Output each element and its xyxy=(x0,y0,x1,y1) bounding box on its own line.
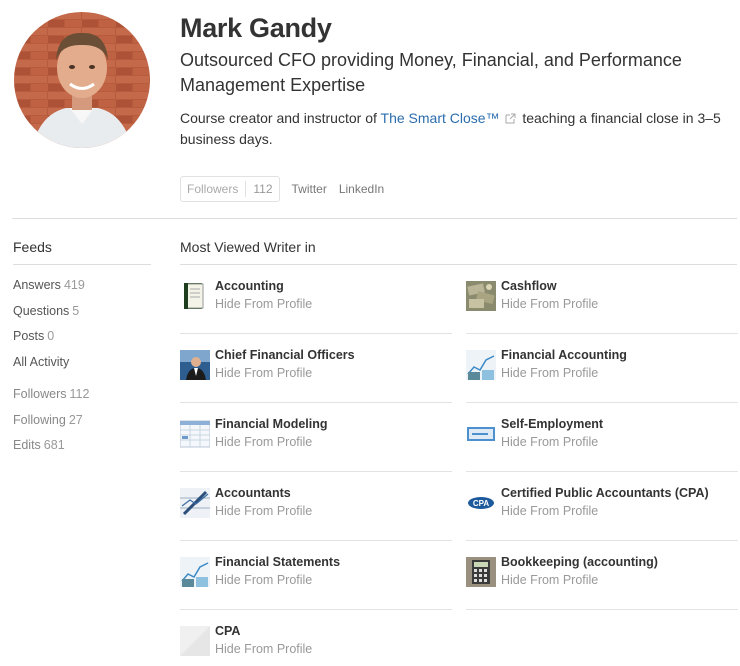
topic-name-link[interactable]: Financial Modeling xyxy=(215,417,328,431)
spreadsheet-icon[interactable] xyxy=(179,419,211,449)
sidebar-item-label: Followers xyxy=(13,387,67,401)
sidebar-item-answers[interactable]: Answers 419 xyxy=(13,273,151,299)
profile-bio: Course creator and instructor of The Sma… xyxy=(180,108,728,149)
topic-item: Accounting Hide From Profile xyxy=(180,265,452,334)
topic-item: Financial Accounting Hide From Profile xyxy=(466,334,738,403)
sidebar-item-count: 419 xyxy=(63,278,85,292)
chart-sketch-icon[interactable] xyxy=(466,350,496,380)
linkedin-link[interactable]: LinkedIn xyxy=(339,182,384,196)
topic-name-link[interactable]: Certified Public Accountants (CPA) xyxy=(501,486,709,500)
topic-name-link[interactable]: Accounting xyxy=(215,279,284,293)
followers-button-count: 112 xyxy=(253,182,273,196)
hide-from-profile-link[interactable]: Hide From Profile xyxy=(501,366,598,380)
svg-text:CPA: CPA xyxy=(473,499,490,508)
header-divider xyxy=(12,218,737,219)
topic-name-link[interactable]: Bookkeeping (accounting) xyxy=(501,555,658,569)
hide-from-profile-link[interactable]: Hide From Profile xyxy=(215,504,312,518)
business-card-icon[interactable] xyxy=(466,419,496,449)
sidebar-item-label: Edits xyxy=(13,438,41,452)
hide-from-profile-link[interactable]: Hide From Profile xyxy=(215,642,312,656)
sidebar-item-posts[interactable]: Posts 0 xyxy=(13,324,151,350)
hide-from-profile-link[interactable]: Hide From Profile xyxy=(501,504,598,518)
pen-chart-icon[interactable] xyxy=(180,488,210,518)
topic-name-link[interactable]: Self-Employment xyxy=(501,417,603,431)
feeds-divider xyxy=(13,264,151,265)
money-pile-icon[interactable] xyxy=(466,281,496,311)
topic-name-link[interactable]: Cashflow xyxy=(501,279,557,293)
sidebar-item-count: 681 xyxy=(43,438,65,452)
sidebar-item-label: Answers xyxy=(13,278,61,292)
placeholder-icon[interactable] xyxy=(180,626,210,656)
topic-name-link[interactable]: Financial Statements xyxy=(215,555,340,569)
hide-from-profile-link[interactable]: Hide From Profile xyxy=(215,435,312,449)
chart-sketch-icon[interactable] xyxy=(180,557,210,587)
hide-from-profile-link[interactable]: Hide From Profile xyxy=(215,573,312,587)
topic-item: Cashflow Hide From Profile xyxy=(466,265,738,334)
external-link-icon xyxy=(505,109,516,129)
topic-name-link[interactable]: Accountants xyxy=(215,486,291,500)
sidebar-item-label: Following xyxy=(13,412,66,427)
followers-button[interactable]: Followers 112 xyxy=(180,176,280,202)
bio-text-before: Course creator and instructor of xyxy=(180,110,381,126)
topic-name-link[interactable]: Chief Financial Officers xyxy=(215,348,355,362)
sidebar-item-label: Questions xyxy=(13,303,70,318)
most-viewed-section: Most Viewed Writer in Accounting Hide Fro… xyxy=(179,238,738,656)
topic-divider xyxy=(466,609,738,610)
feeds-list: Answers 419 Questions 5 Posts 0 All Activity xyxy=(13,273,151,375)
businessman-icon[interactable] xyxy=(180,350,210,380)
followers-button-separator xyxy=(245,181,247,197)
hide-from-profile-link[interactable]: Hide From Profile xyxy=(501,573,598,587)
calculator-icon[interactable] xyxy=(466,557,496,587)
topic-item: CPA Certified Public Accountants (CPA) Hid… xyxy=(466,472,738,541)
profile-name: Mark Gandy xyxy=(180,13,332,43)
smart-close-link[interactable]: The Smart Close™ xyxy=(381,110,500,126)
profile-avatar[interactable] xyxy=(14,12,150,148)
most-viewed-title: Most Viewed Writer in xyxy=(180,239,316,255)
sidebar-item-count: 112 xyxy=(69,387,90,401)
stats-list: Followers 112 Following 27 Edits 681 xyxy=(13,382,151,459)
topic-item: Bookkeeping (accounting) Hide From Profil… xyxy=(466,541,738,610)
hide-from-profile-link[interactable]: Hide From Profile xyxy=(501,435,598,449)
feeds-sidebar: Feeds Answers 419 Questions 5 Posts 0 All Acti… xyxy=(13,238,151,459)
sidebar-item-edits[interactable]: Edits 681 xyxy=(13,433,151,459)
sidebar-item-label: Posts xyxy=(13,329,45,343)
cpa-logo-icon[interactable]: CPA xyxy=(466,488,496,518)
twitter-link[interactable]: Twitter xyxy=(292,182,327,196)
topic-item: Self-Employment Hide From Profile xyxy=(466,403,738,472)
sidebar-item-count: 0 xyxy=(47,329,55,343)
ledger-book-icon[interactable] xyxy=(180,281,210,311)
profile-headline[interactable]: Outsourced CFO providing Money, Financia… xyxy=(180,48,728,98)
sidebar-item-followers[interactable]: Followers 112 xyxy=(13,382,151,408)
topic-item: CPA Hide From Profile xyxy=(180,610,452,666)
sidebar-item-count: 5 xyxy=(72,303,80,318)
topic-item: Accountants Hide From Profile xyxy=(180,472,452,541)
topic-item: Chief Financial Officers Hide From Profil… xyxy=(180,334,452,403)
topic-name-link[interactable]: Financial Accounting xyxy=(501,348,627,362)
hide-from-profile-link[interactable]: Hide From Profile xyxy=(215,366,312,380)
social-row: Followers 112 Twitter LinkedIn xyxy=(180,176,384,202)
sidebar-item-questions[interactable]: Questions 5 xyxy=(13,299,151,325)
sidebar-item-count: 27 xyxy=(68,412,83,427)
topic-item: Financial Statements Hide From Profile xyxy=(180,541,452,610)
topic-name-link[interactable]: CPA xyxy=(215,624,240,638)
sidebar-item-all-activity[interactable]: All Activity xyxy=(13,350,151,376)
hide-from-profile-link[interactable]: Hide From Profile xyxy=(215,297,312,311)
sidebar-item-label: All Activity xyxy=(13,354,70,369)
followers-button-label: Followers xyxy=(187,182,239,196)
hide-from-profile-link[interactable]: Hide From Profile xyxy=(501,297,598,311)
sidebar-item-following[interactable]: Following 27 xyxy=(13,408,151,434)
feeds-title: Feeds xyxy=(13,239,52,255)
topic-item: Financial Modeling Hide From Profile xyxy=(179,403,452,472)
